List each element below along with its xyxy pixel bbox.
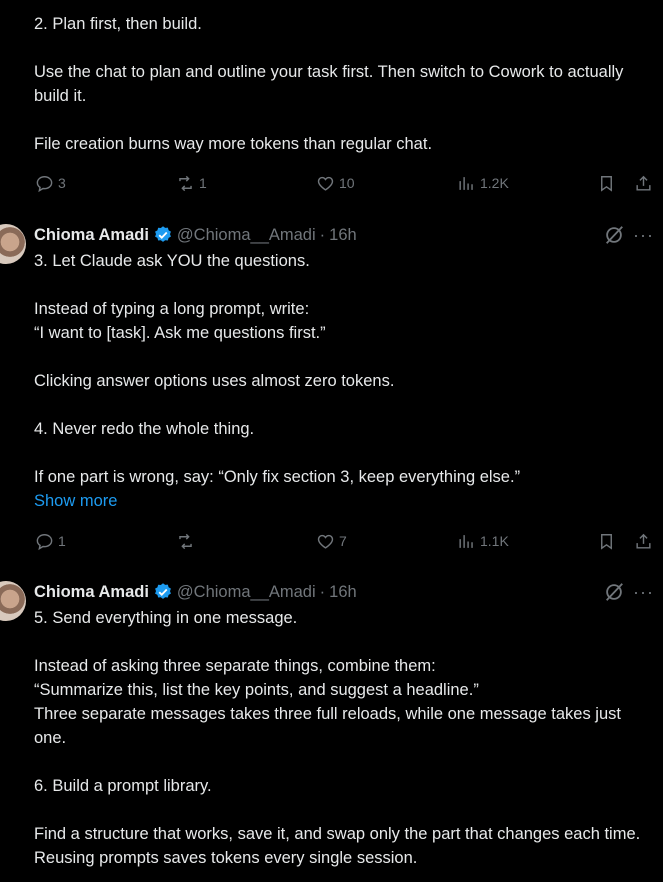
tweet-header: Chioma Amadi @Chioma__Amadi · 16h [34,580,357,604]
author-handle[interactable]: @Chioma__Amadi [177,583,316,602]
tweet-text-line: 3. Let Claude ask YOU the questions. [34,252,310,270]
like-count: 10 [339,175,355,191]
reply-button[interactable]: 1 [35,529,66,553]
views-button[interactable]: 1.1K [457,529,509,553]
tweet-body: 3. Let Claude ask YOU the questions. Ins… [34,249,656,513]
tweet-2[interactable]: Chioma Amadi @Chioma__Amadi · 16h ··· 3.… [0,218,663,568]
author-name[interactable]: Chioma Amadi [34,583,149,602]
tweet-text-line: Instead of asking three separate things,… [34,657,436,675]
tweet-time[interactable]: 16h [329,226,357,245]
tweet-text-line: Use the chat to plan and outline your ta… [34,63,624,105]
tweet-text-line: If one part is wrong, say: “Only fix sec… [34,468,521,486]
reply-button[interactable]: 3 [35,171,66,195]
tweet-text-line: Clicking answer options uses almost zero… [34,372,395,390]
avatar[interactable] [0,581,26,621]
tweet-1[interactable]: 2. Plan first, then build. Use the chat … [0,0,663,210]
share-button[interactable] [634,529,653,553]
tweet-body: 5. Send everything in one message. Inste… [34,606,656,870]
tweet-text-line: “Summarize this, list the key points, an… [34,681,479,699]
views-count: 1.2K [480,175,509,191]
views-button[interactable]: 1.2K [457,171,509,195]
share-icon [636,533,651,549]
repost-icon [179,175,192,191]
bookmark-icon [601,175,612,192]
tweet-header: Chioma Amadi @Chioma__Amadi · 16h [34,223,357,247]
share-button[interactable] [634,171,653,195]
tweet-text-line: File creation burns way more tokens than… [34,135,433,153]
tweet-text-line: Instead of typing a long prompt, write: [34,300,310,318]
heart-icon [317,534,334,549]
repost-count: 1 [199,175,207,191]
tweet-time[interactable]: 16h [329,583,357,602]
tweet-body: 2. Plan first, then build. Use the chat … [34,12,656,156]
reply-icon [36,533,53,550]
grok-icon[interactable] [603,224,625,246]
views-count: 1.1K [480,533,509,549]
tweet-3[interactable]: Chioma Amadi @Chioma__Amadi · 16h ··· 5.… [0,575,663,882]
reply-icon [36,175,53,192]
verified-badge-icon [154,583,171,599]
tweet-text-line: Find a structure that works, save it, an… [34,825,641,867]
more-icon[interactable]: ··· [633,225,654,245]
repost-button[interactable] [176,529,199,553]
tweet-text-line: 5. Send everything in one message. [34,609,298,627]
grok-icon[interactable] [603,581,625,603]
views-icon [459,176,473,190]
reply-count: 3 [58,175,66,191]
tweet-text-line: Three separate messages takes three full… [34,705,621,747]
like-button[interactable]: 10 [316,171,355,195]
tweet-actions: 1 7 1.1K [0,529,663,553]
verified-badge-icon [154,226,171,242]
show-more-link[interactable]: Show more [34,492,117,510]
bookmark-icon [601,533,612,550]
tweet-text-line: “I want to [task]. Ask me questions firs… [34,324,326,342]
heart-icon [317,176,334,191]
more-icon[interactable]: ··· [633,582,654,602]
views-icon [459,534,473,548]
separator-dot: · [319,582,326,601]
author-name[interactable]: Chioma Amadi [34,226,149,245]
bookmark-button[interactable] [597,171,616,195]
avatar[interactable] [0,224,26,264]
tweet-text-line: 6. Build a prompt library. [34,777,212,795]
tweet-text-line: 4. Never redo the whole thing. [34,420,255,438]
tweet-actions: 3 1 10 1.2K [0,171,663,195]
bookmark-button[interactable] [597,529,616,553]
like-button[interactable]: 7 [316,529,347,553]
author-handle[interactable]: @Chioma__Amadi [177,226,316,245]
like-count: 7 [339,533,347,549]
reply-count: 1 [58,533,66,549]
repost-button[interactable]: 1 [176,171,207,195]
separator-dot: · [319,225,326,244]
repost-icon [179,533,192,549]
share-icon [636,175,651,191]
tweet-text-line: 2. Plan first, then build. [34,15,202,33]
